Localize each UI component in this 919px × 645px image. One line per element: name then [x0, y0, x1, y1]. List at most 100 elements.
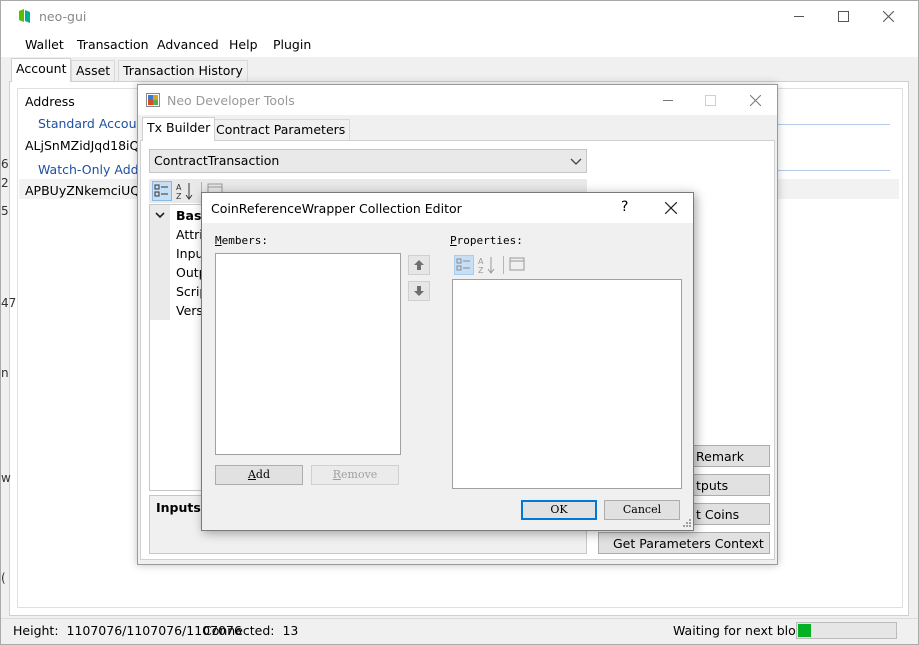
dev-tools-title-bar[interactable]: Neo Developer Tools	[138, 85, 777, 115]
column-header-address[interactable]: Address	[25, 94, 75, 109]
properties-label: Properties:	[450, 234, 523, 247]
background-window-edge: 6 2 5 47 n w (	[1, 121, 16, 621]
list-item[interactable]: APBUyZNkemciUQu	[25, 183, 148, 198]
arrow-down-icon	[414, 286, 424, 296]
property-description-title: Inputs	[156, 500, 201, 515]
add-remark-label: Remark	[696, 449, 745, 464]
maximize-button[interactable]	[820, 1, 866, 32]
remove-button-accel: R	[332, 468, 341, 481]
svg-text:A: A	[478, 257, 484, 266]
alphabetical-button[interactable]: A Z	[477, 255, 497, 275]
properties-label-accel: P	[450, 234, 457, 247]
members-label: Members:	[215, 234, 268, 247]
edge-text: w	[1, 471, 11, 485]
menu-plugin[interactable]: Plugin	[273, 37, 311, 52]
sort-alphabetical-icon: A Z	[176, 183, 193, 201]
categorized-button[interactable]	[454, 255, 474, 275]
property-pages-button[interactable]	[508, 255, 528, 275]
select-coins-label: t Coins	[696, 507, 740, 522]
dev-tools-minimize-button[interactable]	[645, 85, 691, 116]
ok-button[interactable]: OK	[521, 500, 597, 520]
minimize-icon	[662, 100, 673, 101]
close-icon	[882, 11, 894, 22]
edge-text: 2	[1, 176, 9, 190]
window-title: neo-gui	[39, 9, 87, 24]
properties-label-rest: roperties:	[456, 234, 523, 247]
chevron-down-icon	[570, 158, 582, 165]
collection-editor-title: CoinReferenceWrapper Collection Editor	[211, 201, 462, 216]
status-bar: Height: 1107076/1107076/1107076 Connecte…	[1, 618, 918, 644]
transaction-type-select[interactable]: ContractTransaction	[149, 149, 587, 173]
help-button[interactable]: ?	[621, 199, 628, 215]
close-icon	[749, 95, 761, 106]
svg-text:A: A	[176, 183, 182, 192]
cancel-button[interactable]: Cancel	[604, 500, 680, 520]
categorized-icon	[154, 184, 168, 197]
get-parameters-context-label: Get Parameters Context	[613, 536, 764, 551]
neo-logo-icon	[19, 9, 30, 23]
property-pages-icon	[509, 257, 525, 271]
properties-grid[interactable]	[452, 279, 682, 489]
add-button-rest: dd	[255, 468, 271, 481]
block-progress-bar	[796, 622, 897, 639]
resize-grip-icon[interactable]	[682, 518, 692, 528]
remove-button[interactable]: Remove	[311, 465, 399, 485]
close-icon	[665, 202, 677, 214]
menu-advanced[interactable]: Advanced	[157, 37, 219, 52]
edge-text: (	[1, 571, 6, 585]
menu-bar: Wallet Transaction Advanced Help Plugin	[1, 32, 918, 57]
status-connected-label: Connected:	[203, 623, 275, 638]
members-label-rest: embers:	[221, 234, 268, 247]
group-standard-account: Standard Account	[38, 116, 150, 131]
minimize-icon	[793, 16, 804, 17]
property-grid-margin	[150, 205, 170, 320]
add-button-accel: A	[247, 468, 256, 481]
menu-wallet[interactable]: Wallet	[25, 37, 64, 52]
close-button[interactable]	[865, 1, 911, 32]
tab-contract-parameters[interactable]: Contract Parameters	[211, 119, 351, 141]
main-tab-strip: Account Asset Transaction History	[9, 58, 909, 82]
menu-help[interactable]: Help	[229, 37, 258, 52]
get-parameters-context-button[interactable]: Get Parameters Context	[598, 532, 770, 554]
list-item[interactable]: ALjSnMZidJqd18iQa	[25, 138, 147, 153]
dev-tools-maximize-button[interactable]	[687, 85, 733, 116]
svg-text:Z: Z	[478, 266, 484, 275]
menu-transaction[interactable]: Transaction	[77, 37, 149, 52]
tab-transaction-history[interactable]: Transaction History	[118, 60, 248, 82]
tab-tx-builder[interactable]: Tx Builder	[142, 117, 216, 141]
sort-alphabetical-icon: A Z	[478, 257, 495, 275]
minimize-button[interactable]	[776, 1, 822, 32]
categorized-button[interactable]	[152, 181, 172, 201]
status-height-label: Height:	[13, 623, 59, 638]
remove-button-rest: emove	[341, 468, 378, 481]
status-connected-value: 13	[282, 623, 299, 638]
collection-editor-dialog: CoinReferenceWrapper Collection Editor ?…	[201, 192, 694, 531]
status-connected: Connected: 13	[203, 623, 298, 638]
edge-text: 6	[1, 157, 9, 171]
members-list[interactable]	[215, 253, 401, 455]
block-progress-fill	[798, 624, 811, 637]
edge-text: 5	[1, 204, 9, 218]
maximize-icon	[837, 11, 849, 22]
title-bar[interactable]: neo-gui	[1, 1, 918, 32]
collection-editor-close-button[interactable]	[658, 196, 684, 220]
members-label-accel: M	[215, 234, 222, 247]
toolbar-separator	[503, 256, 504, 274]
dev-tools-close-button[interactable]	[732, 85, 778, 116]
app-window-icon	[146, 93, 160, 107]
edge-text: n	[1, 366, 9, 380]
collection-editor-title-bar[interactable]: CoinReferenceWrapper Collection Editor ?	[202, 193, 693, 223]
move-down-button[interactable]	[408, 281, 430, 301]
alphabetical-button[interactable]: A Z	[175, 181, 195, 201]
svg-text:Z: Z	[176, 192, 182, 201]
move-up-button[interactable]	[408, 255, 430, 275]
add-outputs-label: tputs	[696, 478, 729, 493]
arrow-up-icon	[414, 260, 424, 270]
dev-tools-title: Neo Developer Tools	[167, 93, 295, 108]
tab-account[interactable]: Account	[11, 58, 72, 82]
status-waiting-label: Waiting for next block:	[673, 623, 815, 638]
tab-asset[interactable]: Asset	[71, 60, 116, 82]
collapse-chevron-icon[interactable]	[155, 210, 165, 220]
add-button[interactable]: Add	[215, 465, 303, 485]
properties-toolbar: A Z	[452, 254, 542, 278]
